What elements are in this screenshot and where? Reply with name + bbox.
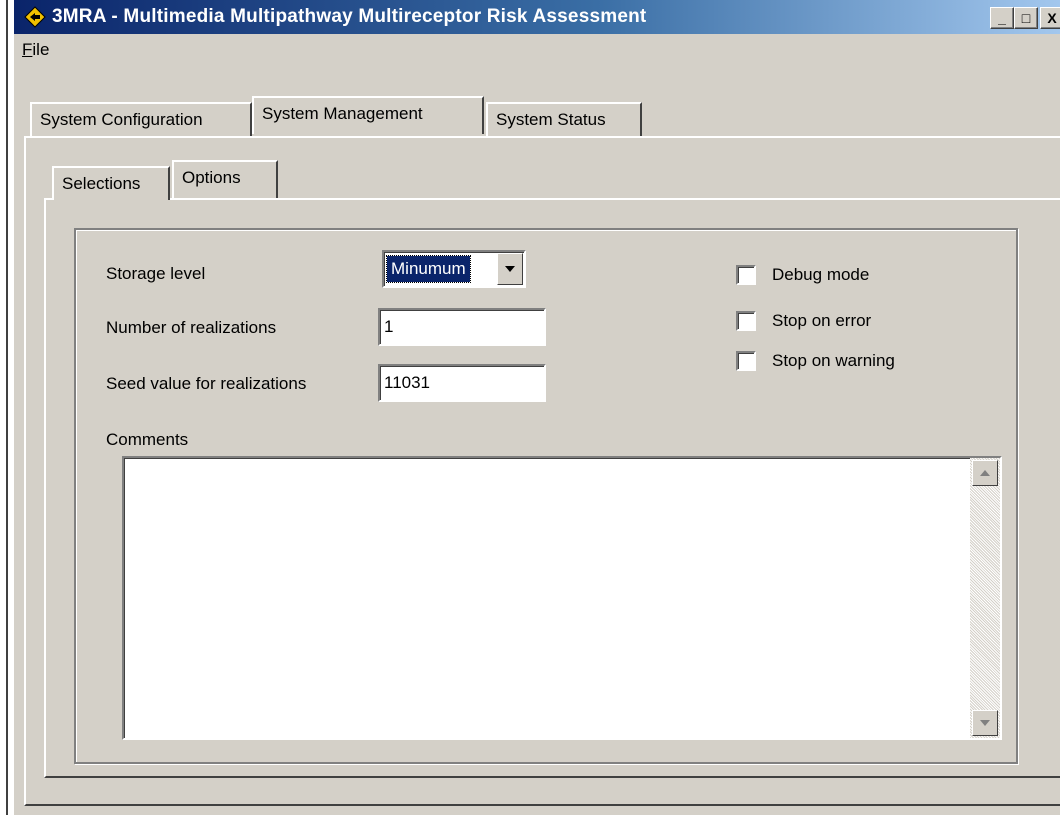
seed-input[interactable]: 11031 [378,364,546,402]
stop-on-warning-checkbox[interactable] [736,351,756,371]
dropdown-arrow-icon[interactable] [497,253,523,285]
maximize-button[interactable]: □ [1014,7,1038,29]
tab-system-management[interactable]: System Management [252,96,484,134]
close-button[interactable]: X [1040,7,1060,29]
seed-label: Seed value for realizations [106,374,307,393]
app-diamond-icon [24,6,46,28]
storage-level-label: Storage level [106,264,206,283]
menu-file-label: ile [32,40,50,59]
window-title: 3MRA - Multimedia Multipathway Multirece… [52,6,647,27]
tab-label: Options [182,168,241,187]
title-bar[interactable]: 3MRA - Multimedia Multipathway Multirece… [14,0,1060,34]
stop-on-error-label: Stop on error [772,311,872,330]
tab-label: System Configuration [40,110,203,129]
tab-label: System Management [262,104,423,123]
comments-textarea[interactable] [122,456,1002,740]
menu-bar: File [14,34,1060,62]
realizations-label: Number of realizations [106,318,277,337]
menu-file-accelerator: F [22,40,33,59]
comments-scrollbar[interactable] [970,458,1000,738]
realizations-input[interactable]: 1 [378,308,546,346]
window-outer-edge [6,0,8,815]
tab-selections[interactable]: Selections [52,166,170,200]
storage-level-select[interactable]: Minumum [382,250,526,288]
debug-mode-checkbox[interactable] [736,265,756,285]
tab-system-configuration[interactable]: System Configuration [30,102,252,136]
debug-mode-label: Debug mode [772,265,870,284]
stop-on-error-checkbox[interactable] [736,311,756,331]
stop-on-warning-label: Stop on warning [772,351,895,370]
minimize-button[interactable]: _ [990,7,1014,29]
tab-system-status[interactable]: System Status [486,102,642,136]
comments-label: Comments [106,430,189,449]
tab-label: System Status [496,110,606,129]
app-window: 3MRA - Multimedia Multipathway Multirece… [12,0,1060,815]
scroll-up-icon[interactable] [972,460,998,486]
tab-options[interactable]: Options [172,160,278,198]
storage-level-value: Minumum [386,255,471,283]
scroll-down-icon[interactable] [972,710,998,736]
tab-label: Selections [62,174,141,193]
menu-file[interactable]: File [22,40,49,60]
